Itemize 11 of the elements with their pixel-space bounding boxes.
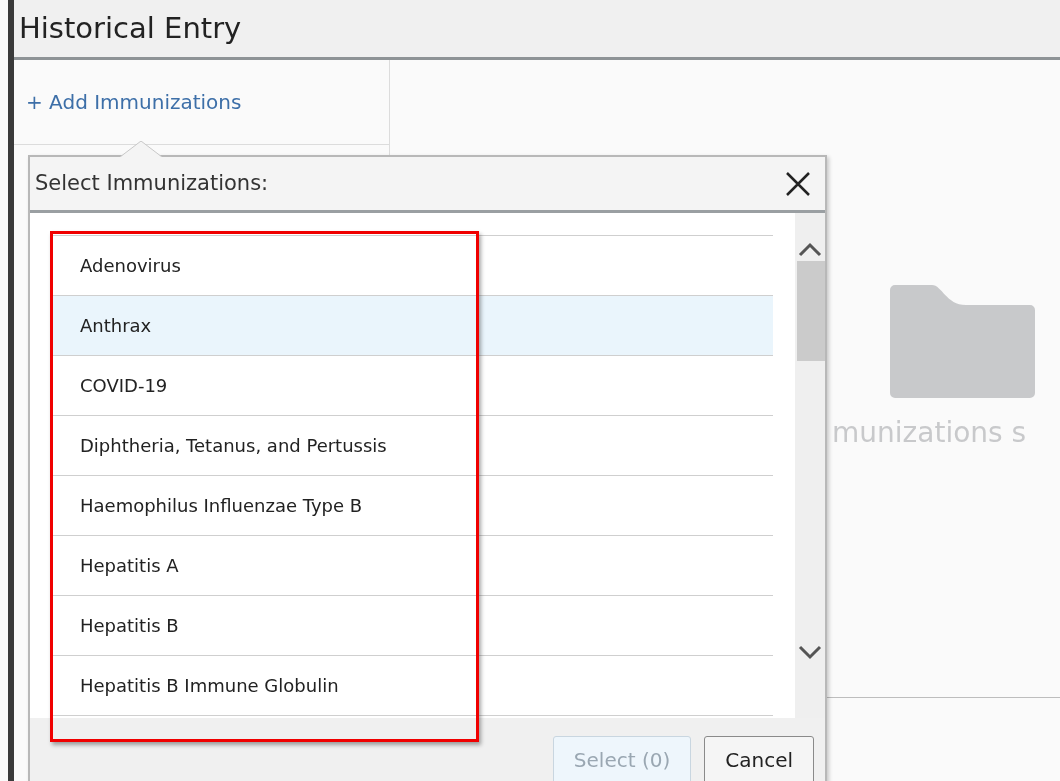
scrollbar[interactable]	[795, 213, 825, 718]
add-immunizations-link[interactable]: + Add Immunizations	[26, 87, 242, 117]
cancel-button[interactable]: Cancel	[704, 736, 814, 781]
immunization-list-item[interactable]: Anthrax	[52, 296, 773, 356]
scroll-up-icon	[798, 241, 822, 257]
scrollbar-thumb[interactable]	[797, 261, 825, 361]
popup-title: Select Immunizations:	[35, 169, 269, 197]
page-title: Historical Entry	[19, 9, 242, 47]
close-icon	[785, 170, 811, 197]
folder-icon	[890, 285, 1036, 399]
scroll-down-icon	[798, 645, 822, 661]
